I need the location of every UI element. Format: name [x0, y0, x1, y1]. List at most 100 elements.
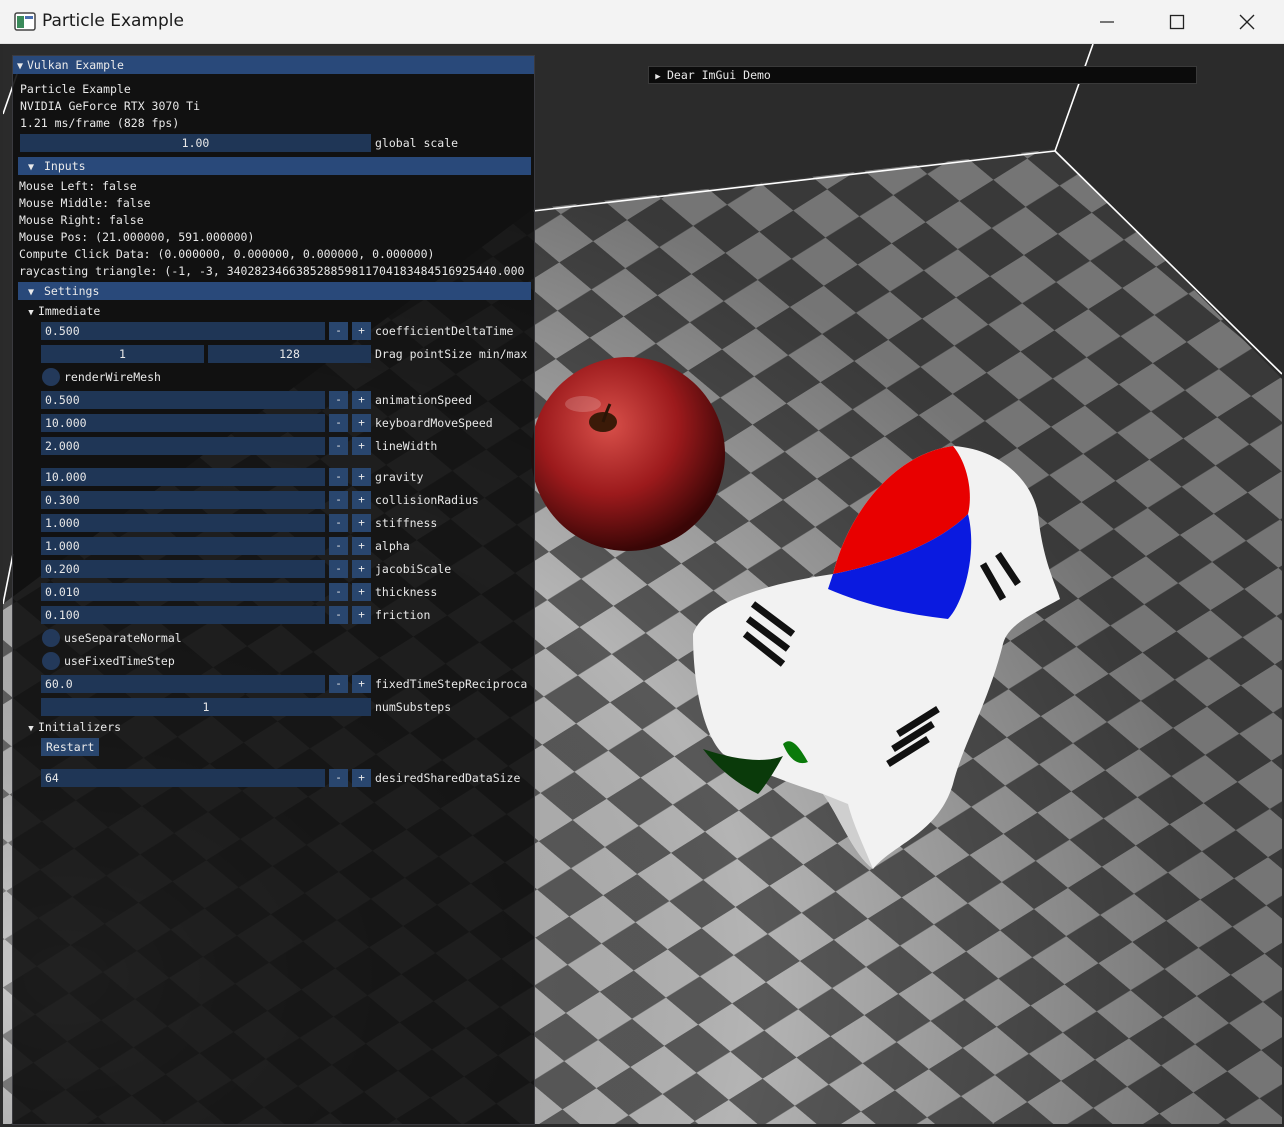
num-substeps-label: numSubsteps — [375, 700, 452, 714]
expand-arrow-icon[interactable]: ▶ — [649, 69, 667, 85]
maximize-icon — [1169, 14, 1185, 30]
immediate-label: Immediate — [38, 304, 101, 318]
use-fixed-time-step-checkbox[interactable] — [42, 652, 60, 670]
thickness-label: thickness — [375, 585, 438, 599]
thickness-decrement-button[interactable]: - — [329, 583, 348, 601]
coefficient-delta-time-input[interactable]: 0.500 — [41, 322, 325, 340]
jacobi-scale-label: jacobiScale — [375, 562, 452, 576]
jacobi-scale-input[interactable]: 0.200 — [41, 560, 325, 578]
gravity-increment-button[interactable]: + — [352, 468, 371, 486]
collapse-arrow-icon: ▼ — [28, 724, 34, 734]
settings-header[interactable]: ▼ Settings — [18, 282, 531, 300]
fixed-time-step-reciprocal-decrement-button[interactable]: - — [329, 675, 348, 693]
desired-shared-data-size-increment-button[interactable]: + — [352, 769, 371, 787]
immediate-tree-node[interactable]: ▼ Immediate — [24, 303, 100, 319]
jacobi-scale-decrement-button[interactable]: - — [329, 560, 348, 578]
stiffness-label: stiffness — [375, 516, 438, 530]
desired-shared-data-size-input[interactable]: 64 — [41, 769, 325, 787]
title-bar: Particle Example — [0, 0, 1284, 44]
dear-imgui-demo-window[interactable]: ▶ Dear ImGui Demo — [648, 66, 1197, 84]
apple-model — [531, 357, 725, 551]
line-width-decrement-button[interactable]: - — [329, 437, 348, 455]
collision-radius-decrement-button[interactable]: - — [329, 491, 348, 509]
stiffness-input[interactable]: 1.000 — [41, 514, 325, 532]
collapse-arrow-icon: ▼ — [27, 287, 35, 298]
thickness-input[interactable]: 0.010 — [41, 583, 325, 601]
keyboard-move-speed-input[interactable]: 10.000 — [41, 414, 325, 432]
render-wire-mesh-label: renderWireMesh — [64, 370, 161, 384]
line-width-input[interactable]: 2.000 — [41, 437, 325, 455]
minimize-icon — [1100, 21, 1114, 23]
line-width-increment-button[interactable]: + — [352, 437, 371, 455]
mouse-pos-text: Mouse Pos: (21.000000, 591.000000) — [19, 230, 255, 244]
app-icon — [14, 12, 36, 31]
vulkan-example-header-label: Vulkan Example — [27, 58, 124, 72]
friction-decrement-button[interactable]: - — [329, 606, 348, 624]
settings-header-label: Settings — [44, 284, 100, 298]
restart-button[interactable]: Restart — [41, 738, 100, 756]
collapse-arrow-icon: ▼ — [27, 162, 35, 173]
use-separate-normal-checkbox[interactable] — [42, 629, 60, 647]
collision-radius-increment-button[interactable]: + — [352, 491, 371, 509]
keyboard-move-speed-increment-button[interactable]: + — [352, 414, 371, 432]
coefficient-delta-time-increment-button[interactable]: + — [352, 322, 371, 340]
fixed-time-step-reciprocal-increment-button[interactable]: + — [352, 675, 371, 693]
collision-radius-label: collisionRadius — [375, 493, 479, 507]
coefficient-delta-time-decrement-button[interactable]: - — [329, 322, 348, 340]
vulkan-example-panel[interactable]: ▼ Vulkan Example Particle Example NVIDIA … — [12, 55, 535, 1125]
initializers-label: Initializers — [38, 720, 122, 734]
gravity-input[interactable]: 10.000 — [41, 468, 325, 486]
raycasting-triangle-text: raycasting triangle: (-1, -3, 3402823466… — [19, 264, 525, 278]
gpu-name-text: NVIDIA GeForce RTX 3070 Ti — [20, 99, 201, 113]
friction-input[interactable]: 0.100 — [41, 606, 325, 624]
close-icon — [1239, 14, 1255, 30]
close-button[interactable] — [1212, 0, 1282, 44]
point-size-max-drag[interactable]: 128 — [208, 345, 371, 363]
collision-radius-input[interactable]: 0.300 — [41, 491, 325, 509]
fixed-time-step-reciprocal-label: fixedTimeStepReciproca — [375, 677, 528, 691]
friction-increment-button[interactable]: + — [352, 606, 371, 624]
use-separate-normal-label: useSeparateNormal — [64, 631, 182, 645]
fixed-time-step-reciprocal-input[interactable]: 60.0 — [41, 675, 325, 693]
app-name-text: Particle Example — [20, 82, 131, 96]
animation-speed-input[interactable]: 0.500 — [41, 391, 325, 409]
num-substeps-slider[interactable]: 1 — [41, 698, 371, 716]
demo-window-title: Dear ImGui Demo — [667, 68, 771, 82]
alpha-label: alpha — [375, 539, 410, 553]
use-fixed-time-step-label: useFixedTimeStep — [64, 654, 175, 668]
global-scale-label: global scale — [375, 136, 459, 150]
frame-time-text: 1.21 ms/frame (828 fps) — [20, 116, 180, 130]
gravity-label: gravity — [375, 470, 424, 484]
vulkan-example-header[interactable]: ▼ Vulkan Example — [13, 56, 534, 74]
alpha-decrement-button[interactable]: - — [329, 537, 348, 555]
coefficient-delta-time-label: coefficientDeltaTime — [375, 324, 514, 338]
animation-speed-decrement-button[interactable]: - — [329, 391, 348, 409]
inputs-header[interactable]: ▼ Inputs — [18, 157, 531, 175]
friction-label: friction — [375, 608, 431, 622]
stiffness-increment-button[interactable]: + — [352, 514, 371, 532]
animation-speed-label: animationSpeed — [375, 393, 472, 407]
maximize-button[interactable] — [1142, 0, 1212, 44]
gravity-decrement-button[interactable]: - — [329, 468, 348, 486]
line-width-label: lineWidth — [375, 439, 438, 453]
animation-speed-increment-button[interactable]: + — [352, 391, 371, 409]
alpha-input[interactable]: 1.000 — [41, 537, 325, 555]
render-wire-mesh-checkbox[interactable] — [42, 368, 60, 386]
compute-click-data-text: Compute Click Data: (0.000000, 0.000000,… — [19, 247, 435, 261]
keyboard-move-speed-label: keyboardMoveSpeed — [375, 416, 493, 430]
window-title: Particle Example — [42, 11, 184, 31]
desired-shared-data-size-label: desiredSharedDataSize — [375, 771, 521, 785]
stiffness-decrement-button[interactable]: - — [329, 514, 348, 532]
initializers-tree-node[interactable]: ▼ Initializers — [24, 719, 121, 735]
minimize-button[interactable] — [1072, 0, 1142, 44]
jacobi-scale-increment-button[interactable]: + — [352, 560, 371, 578]
keyboard-move-speed-decrement-button[interactable]: - — [329, 414, 348, 432]
collapse-arrow-icon: ▼ — [16, 61, 24, 72]
point-size-min-drag[interactable]: 1 — [41, 345, 204, 363]
global-scale-slider[interactable]: 1.00 — [20, 134, 371, 152]
thickness-increment-button[interactable]: + — [352, 583, 371, 601]
mouse-middle-text: Mouse Middle: false — [19, 196, 151, 210]
mouse-left-text: Mouse Left: false — [19, 179, 137, 193]
desired-shared-data-size-decrement-button[interactable]: - — [329, 769, 348, 787]
alpha-increment-button[interactable]: + — [352, 537, 371, 555]
